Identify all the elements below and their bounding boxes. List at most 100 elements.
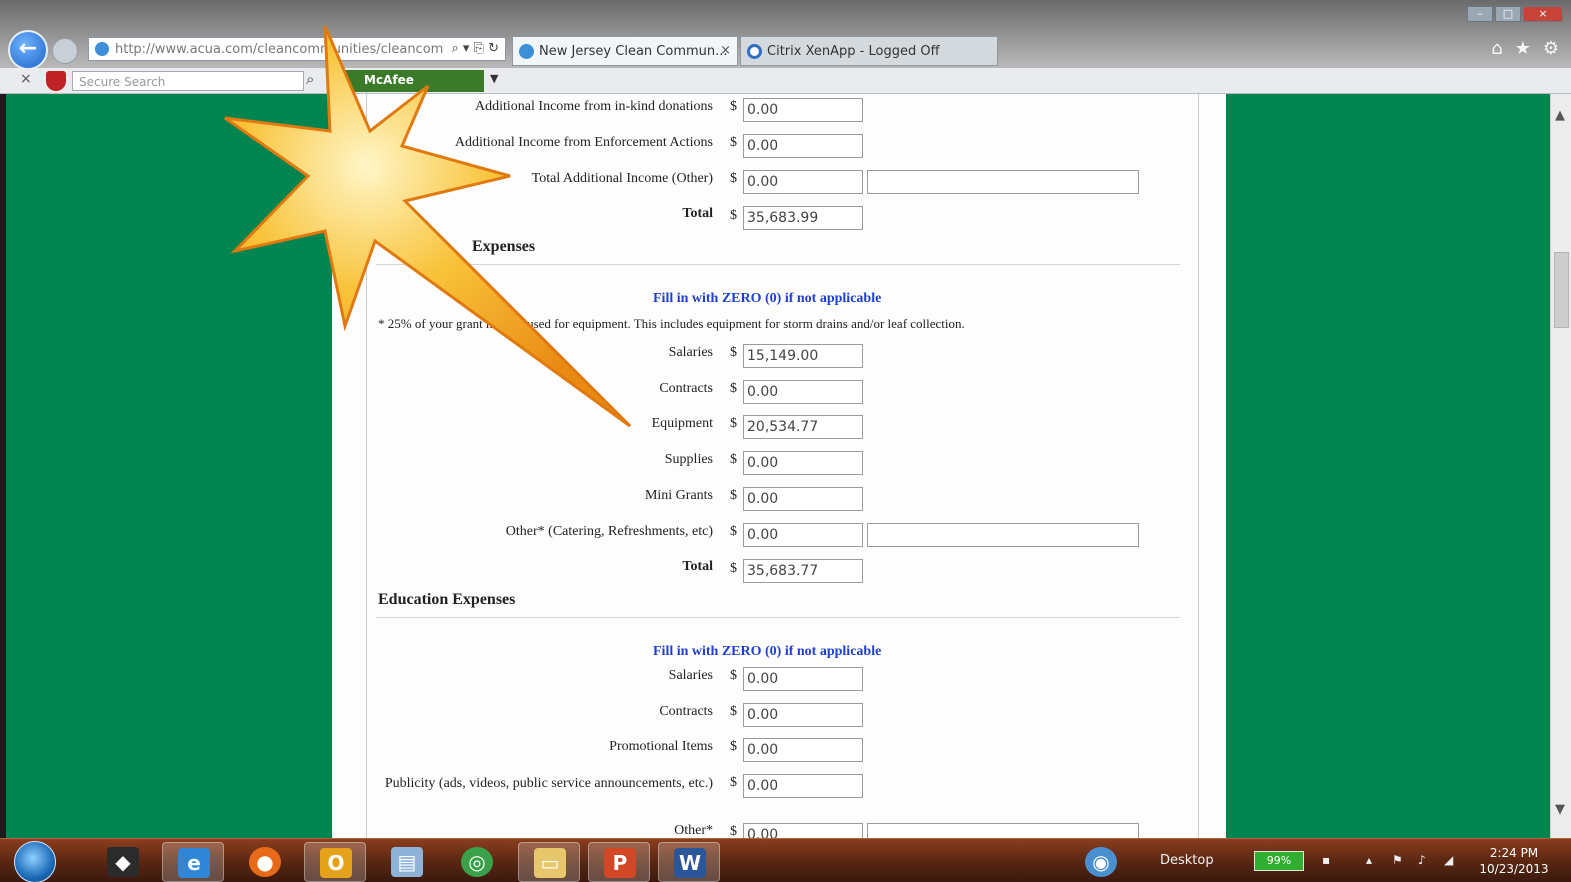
forward-button[interactable] (52, 38, 78, 64)
action-center-icon[interactable]: ⚑ (1392, 853, 1406, 867)
starburst-callout-icon (224, 26, 632, 428)
dollar-sign: $ (730, 171, 737, 186)
page-icon (95, 42, 109, 56)
taskbar-firefox[interactable]: ● (234, 842, 296, 882)
minimize-button[interactable]: – (1467, 6, 1493, 22)
expense-label: Salaries (668, 345, 713, 360)
dollar-sign: $ (730, 452, 737, 467)
education-expenses-title: Education Expenses (378, 591, 516, 608)
tab-citrix[interactable]: Citrix XenApp - Logged Off (740, 36, 998, 66)
education-label: Salaries (668, 668, 713, 683)
taskbar-media-app[interactable]: ◆ (92, 842, 154, 882)
income-total-label: Total (682, 206, 713, 221)
internet-explorer-icon: e (178, 848, 210, 878)
dollar-sign: $ (730, 775, 737, 790)
clock-date: 10/23/2013 (1479, 862, 1549, 876)
screen: – □ × ← http://www.acua.com/cleancommuni… (0, 0, 1571, 882)
publicity-field[interactable]: 0.00 (743, 774, 863, 798)
taskbar-internet-explorer[interactable]: e (162, 842, 224, 882)
home-icon[interactable]: ⌂ (1491, 38, 1502, 59)
mcafee-shield-icon (46, 71, 66, 91)
favorites-icon[interactable]: ★ (1515, 38, 1531, 59)
contracts-field[interactable]: 0.00 (743, 380, 863, 404)
income-total-field[interactable]: 35,683.99 (743, 206, 863, 230)
gear-icon[interactable]: ⚙ (1543, 38, 1559, 59)
other-expense-description[interactable] (867, 523, 1139, 547)
outlook-icon: O (320, 848, 352, 878)
expense-label: Supplies (664, 452, 713, 467)
maximize-button[interactable]: □ (1495, 6, 1521, 22)
fill-zero-note: Fill in with ZERO (0) if not applicable (653, 291, 882, 306)
expense-label: Mini Grants (644, 488, 713, 503)
expense-total-label: Total (682, 559, 713, 574)
dollar-sign: $ (730, 488, 737, 503)
edu-contracts-field[interactable]: 0.00 (743, 703, 863, 727)
tab-title: Citrix XenApp - Logged Off (767, 44, 940, 59)
inkind-income-field[interactable]: 0.00 (743, 98, 863, 122)
network-signal-icon[interactable]: ◢ (1444, 853, 1458, 867)
edu-other-description[interactable] (867, 823, 1139, 838)
document-icon: ▤ (391, 847, 423, 877)
scroll-thumb[interactable] (1554, 252, 1569, 328)
expense-label: Equipment (651, 416, 713, 431)
salaries-field[interactable]: 15,149.00 (743, 344, 863, 368)
expense-total-field[interactable]: 35,683.77 (743, 559, 863, 583)
taskbar-chrome[interactable]: ◎ (446, 842, 508, 882)
edu-salaries-field[interactable]: 0.00 (743, 667, 863, 691)
enforcement-income-field[interactable]: 0.00 (743, 134, 863, 158)
equipment-field[interactable]: 20,534.77 (743, 415, 863, 439)
chrome-icon: ◎ (461, 847, 493, 877)
other-income-field[interactable]: 0.00 (743, 170, 863, 194)
taskbar-document[interactable]: ▤ (376, 842, 438, 882)
education-label: Publicity (ads, videos, public service a… (384, 776, 713, 791)
globe-icon: ◉ (1085, 847, 1117, 877)
scroll-up-icon[interactable]: ▲ (1555, 108, 1565, 123)
promotional-items-field[interactable]: 0.00 (743, 738, 863, 762)
start-button[interactable] (14, 841, 56, 882)
battery-indicator[interactable]: 99% (1254, 851, 1304, 871)
supplies-field[interactable]: 0.00 (743, 451, 863, 475)
citrix-tab-icon (747, 44, 762, 59)
education-label: Other* (674, 823, 713, 838)
dollar-sign: $ (730, 416, 737, 431)
volume-icon[interactable]: ♪ (1418, 853, 1432, 867)
toolbar-close-icon[interactable]: × (20, 71, 32, 87)
expense-label: Other* (Catering, Refreshments, etc) (505, 524, 713, 539)
desktop-toolbar-label[interactable]: Desktop (1160, 853, 1214, 868)
taskbar-outlook[interactable]: O (304, 842, 366, 882)
close-tab-icon[interactable]: × (720, 43, 731, 58)
close-window-button[interactable]: × (1523, 6, 1563, 22)
taskbar-word[interactable]: W (658, 842, 720, 882)
firefox-icon: ● (249, 847, 281, 877)
edu-other-field[interactable]: 0.00 (743, 823, 863, 838)
expense-label: Contracts (659, 381, 713, 396)
tray-device-icon[interactable]: ▪ (1322, 853, 1336, 867)
dollar-sign: $ (730, 704, 737, 719)
taskbar-powerpoint[interactable]: P (588, 842, 650, 882)
taskbar: ◆ e ● O ▤ ◎ ▭ P W ◉ Desktop 99% ▪ ▴ ⚑ ♪ … (0, 838, 1571, 882)
dollar-sign: $ (730, 524, 737, 539)
fill-zero-note: Fill in with ZERO (0) if not applicable (653, 644, 882, 659)
word-icon: W (674, 848, 706, 878)
vertical-scrollbar[interactable]: ▲ ▼ (1550, 94, 1571, 838)
section-divider (376, 617, 1180, 618)
taskbar-explorer[interactable]: ▭ (518, 842, 580, 882)
window-controls: – □ × (1467, 6, 1563, 22)
dollar-sign: $ (730, 208, 737, 223)
form-right-border (1198, 94, 1199, 838)
dollar-sign: $ (730, 99, 737, 114)
dollar-sign: $ (730, 135, 737, 150)
back-arrow-icon: ← (18, 36, 38, 61)
dollar-sign: $ (730, 668, 737, 683)
back-button[interactable]: ← (8, 30, 48, 70)
tray-expand-icon[interactable]: ▴ (1366, 853, 1380, 867)
taskbar-notification-app[interactable]: ◉ (1070, 842, 1132, 882)
powerpoint-icon: P (604, 848, 636, 878)
other-expense-field[interactable]: 0.00 (743, 523, 863, 547)
education-label: Contracts (659, 704, 713, 719)
system-clock[interactable]: 2:24 PM 10/23/2013 (1474, 845, 1554, 877)
scroll-down-icon[interactable]: ▼ (1555, 802, 1565, 817)
folder-icon: ▭ (534, 848, 566, 878)
mini-grants-field[interactable]: 0.00 (743, 487, 863, 511)
other-income-description[interactable] (867, 170, 1139, 194)
